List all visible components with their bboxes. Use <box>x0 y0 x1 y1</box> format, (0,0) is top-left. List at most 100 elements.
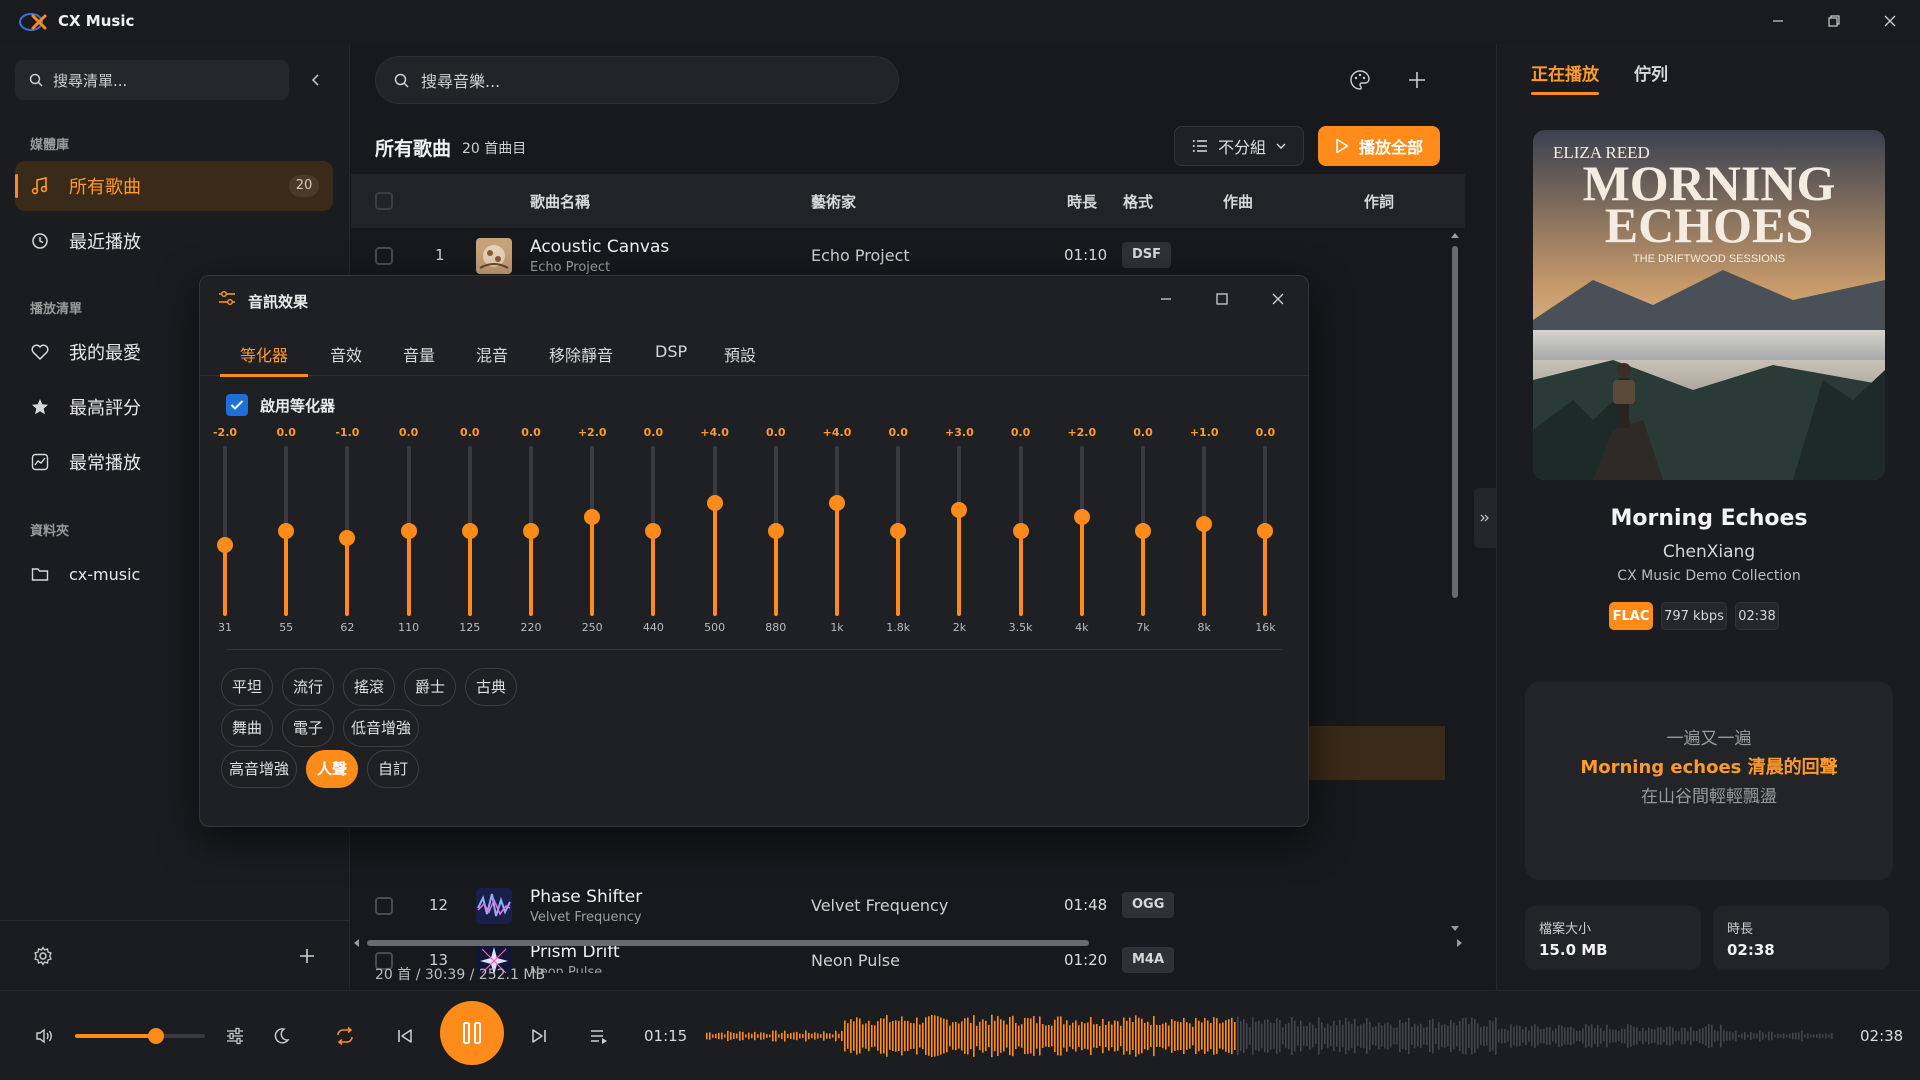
select-all-checkbox[interactable] <box>375 192 393 210</box>
theme-button[interactable] <box>1342 62 1378 98</box>
dialog-maximize-button[interactable] <box>1204 284 1240 314</box>
horizontal-scrollbar[interactable] <box>351 936 1465 950</box>
panel-toggle-button[interactable] <box>1474 488 1496 548</box>
repeat-button[interactable] <box>330 1021 360 1051</box>
eq-band-880[interactable]: 0.0 880 <box>756 426 796 634</box>
restore-button[interactable] <box>1814 6 1854 36</box>
tab-remove-silence[interactable]: 移除靜音 <box>549 342 613 366</box>
eq-slider-knob[interactable] <box>829 494 845 511</box>
col-title[interactable]: 歌曲名稱 <box>530 191 590 212</box>
preset-button[interactable]: 低音增強 <box>343 709 419 747</box>
next-button[interactable] <box>524 1021 554 1051</box>
tab-now-playing[interactable]: 正在播放 <box>1531 60 1599 95</box>
eq-band-3.5k[interactable]: 0.0 3.5k <box>1001 426 1041 634</box>
row-checkbox[interactable] <box>375 247 393 265</box>
tab-volume[interactable]: 音量 <box>403 342 435 366</box>
tab-dsp[interactable]: DSP <box>655 342 687 361</box>
eq-band-125[interactable]: 0.0 125 <box>450 426 490 634</box>
eq-slider-knob[interactable] <box>1135 523 1151 539</box>
vertical-scrollbar[interactable] <box>1448 230 1462 934</box>
waveform-bar <box>847 1023 849 1049</box>
volume-button[interactable] <box>30 1021 60 1051</box>
music-search-input[interactable]: 搜尋音樂... <box>375 56 899 104</box>
dialog-close-button[interactable] <box>1260 284 1296 314</box>
eq-slider-knob[interactable] <box>1196 515 1213 532</box>
tab-queue[interactable]: 佇列 <box>1634 60 1668 85</box>
preset-button[interactable]: 搖滾 <box>343 668 395 706</box>
sidebar-item-recent[interactable]: 最近播放 <box>15 216 333 266</box>
waveform-progress[interactable] <box>706 1011 1834 1061</box>
eq-band-4k[interactable]: +2.0 4k <box>1062 426 1102 634</box>
volume-slider[interactable] <box>75 1028 205 1044</box>
eq-band-500[interactable]: +4.0 500 <box>695 426 735 634</box>
settings-button[interactable] <box>28 941 58 971</box>
eq-band-250[interactable]: +2.0 250 <box>572 426 612 634</box>
close-button[interactable] <box>1870 6 1910 36</box>
eq-band-16k[interactable]: 0.0 16k <box>1245 426 1285 634</box>
tab-equalizer[interactable]: 等化器 <box>219 342 309 377</box>
eq-slider-knob[interactable] <box>1073 508 1090 525</box>
col-composer[interactable]: 作曲 <box>1223 191 1253 212</box>
queue-button[interactable] <box>584 1021 614 1051</box>
row-checkbox[interactable] <box>375 897 393 915</box>
previous-button[interactable] <box>390 1021 420 1051</box>
preset-button[interactable]: 爵士 <box>404 668 456 706</box>
eq-band-220[interactable]: 0.0 220 <box>511 426 551 634</box>
col-duration[interactable]: 時長 <box>1067 191 1097 212</box>
eq-band-110[interactable]: 0.0 110 <box>389 426 429 634</box>
play-all-button[interactable]: 播放全部 <box>1318 126 1440 166</box>
eq-slider-knob[interactable] <box>400 523 417 539</box>
eq-slider-knob[interactable] <box>706 494 723 511</box>
tab-mix[interactable]: 混音 <box>476 342 508 366</box>
add-playlist-button[interactable] <box>292 941 322 971</box>
eq-slider-knob[interactable] <box>1012 523 1029 539</box>
minimize-button[interactable] <box>1758 6 1798 36</box>
tab-presets[interactable]: 預設 <box>724 342 756 366</box>
eq-slider-knob[interactable] <box>461 523 478 539</box>
col-lyricist[interactable]: 作詞 <box>1364 191 1394 212</box>
add-music-button[interactable] <box>1399 62 1435 98</box>
preset-button[interactable]: 古典 <box>465 668 517 706</box>
preset-button[interactable]: 高音增強 <box>221 750 297 788</box>
col-artist[interactable]: 藝術家 <box>811 191 856 212</box>
eq-slider-knob[interactable] <box>951 501 968 518</box>
sleep-timer-button[interactable] <box>266 1021 296 1051</box>
col-format[interactable]: 格式 <box>1123 191 1153 212</box>
dialog-minimize-button[interactable] <box>1148 284 1184 314</box>
eq-band-55[interactable]: 0.0 55 <box>266 426 306 634</box>
eq-slider-knob[interactable] <box>1257 523 1274 539</box>
sidebar-item-all-songs[interactable]: 所有歌曲 20 <box>15 161 333 211</box>
preset-button[interactable]: 舞曲 <box>221 709 273 747</box>
volume-knob[interactable] <box>147 1028 164 1044</box>
eq-band-7k[interactable]: 0.0 7k <box>1123 426 1163 634</box>
eq-band-8k[interactable]: +1.0 8k <box>1184 426 1224 634</box>
eq-slider-knob[interactable] <box>278 523 295 539</box>
preset-button[interactable]: 平坦 <box>221 668 273 706</box>
eq-slider-knob[interactable] <box>645 523 662 539</box>
preset-button[interactable]: 人聲 <box>306 750 358 788</box>
eq-band-1k[interactable]: +4.0 1k <box>817 426 857 634</box>
checkbox-checked-icon[interactable] <box>226 394 248 416</box>
tab-effects[interactable]: 音效 <box>330 342 362 366</box>
eq-band-62[interactable]: -1.0 62 <box>327 426 367 634</box>
eq-slider-knob[interactable] <box>217 537 233 554</box>
group-by-dropdown[interactable]: 不分組 <box>1174 126 1304 166</box>
eq-band-440[interactable]: 0.0 440 <box>633 426 673 634</box>
eq-band-1.8k[interactable]: 0.0 1.8k <box>878 426 918 634</box>
eq-slider-knob[interactable] <box>767 523 784 539</box>
equalizer-button[interactable] <box>220 1021 250 1051</box>
eq-band-31[interactable]: -2.0 31 <box>205 426 245 634</box>
play-pause-button[interactable] <box>440 1001 504 1065</box>
preset-button[interactable]: 自訂 <box>367 750 419 788</box>
preset-button[interactable]: 電子 <box>282 709 334 747</box>
preset-button[interactable]: 流行 <box>282 668 334 706</box>
table-row[interactable]: 12 Phase Shifter Velvet Frequency Velvet… <box>351 878 1465 933</box>
collapse-sidebar-button[interactable] <box>302 66 330 94</box>
eq-slider-knob[interactable] <box>523 523 539 539</box>
eq-slider-knob[interactable] <box>890 523 907 539</box>
playlist-search-input[interactable]: 搜尋清單... <box>15 60 289 100</box>
enable-equalizer-toggle[interactable]: 啟用等化器 <box>226 394 335 416</box>
eq-band-2k[interactable]: +3.0 2k <box>939 426 979 634</box>
eq-slider-knob[interactable] <box>584 508 601 525</box>
eq-slider-knob[interactable] <box>339 530 356 547</box>
